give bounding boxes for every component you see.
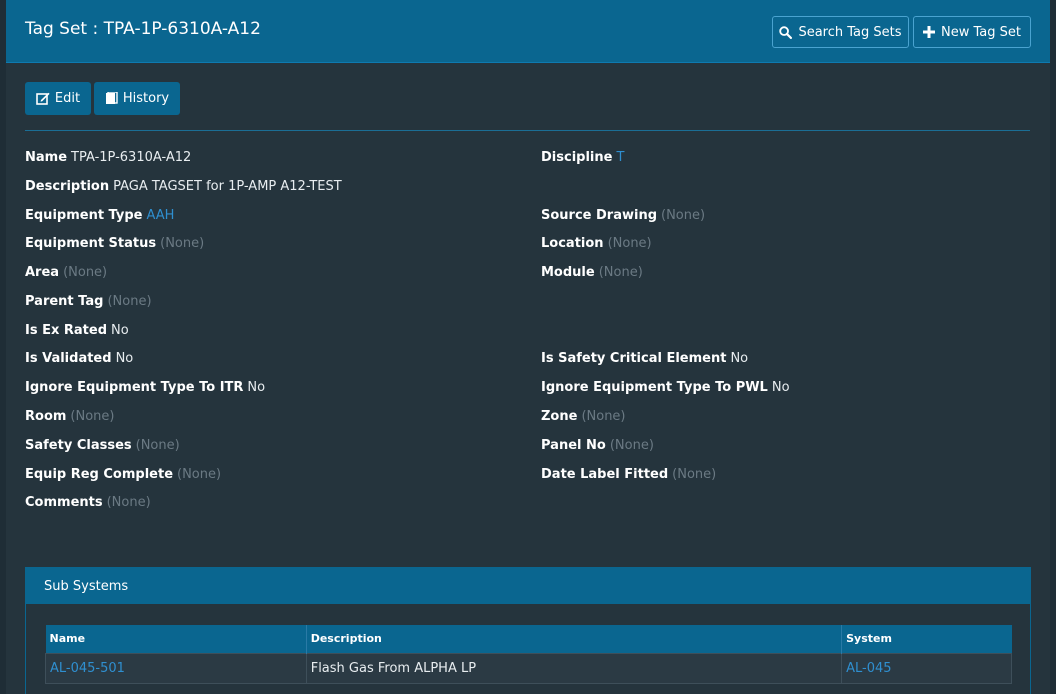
field-location: Location (None) [541,236,652,251]
table-header-row: Name Description System [45,625,1012,653]
field-parent-tag: Parent Tag (None) [25,294,152,309]
field-is-ex-rated: Is Ex Rated No [25,323,129,338]
field-ignore-equipment-type-itr: Ignore Equipment Type To ITR No [25,380,265,395]
field-module: Module (None) [541,265,643,280]
subsystem-description: Flash Gas From ALPHA LP [305,652,843,684]
field-label: Equip Reg Complete [25,467,174,482]
sub-systems-panel: Sub Systems Name Description System AL-0… [25,567,1031,694]
field-value: No [115,351,134,366]
subsystem-name-link[interactable]: AL-045-501 [45,652,307,684]
field-label: Location [541,236,604,251]
field-date-label-fitted: Date Label Fitted (None) [541,467,716,482]
search-tag-sets-button[interactable]: Search Tag Sets [772,16,909,48]
history-label: History [122,91,170,106]
field-value: No [247,380,266,395]
subsystem-system-link[interactable]: AL-045 [841,652,1012,684]
discipline-link[interactable]: T [616,150,624,165]
field-equip-reg-complete: Equip Reg Complete (None) [25,467,221,482]
column-header-system[interactable]: System [841,625,1012,653]
field-value: PAGA TAGSET for 1P-AMP A12-TEST [113,179,342,194]
field-value: (None) [135,438,180,453]
field-label: Equipment Type [25,208,143,223]
column-header-description[interactable]: Description [305,625,842,653]
field-value: (None) [70,409,115,424]
edit-label: Edit [54,91,81,106]
field-value: TPA-1P-6310A-A12 [71,150,192,165]
field-value: No [771,380,790,395]
field-value: (None) [598,265,643,280]
field-equipment-status: Equipment Status (None) [25,236,204,251]
new-tag-set-label: New Tag Set [941,24,1021,40]
field-value: No [111,323,129,338]
field-comments: Comments (None) [25,495,151,510]
field-is-safety-critical-element: Is Safety Critical Element No [541,351,748,366]
field-value: (None) [661,208,706,223]
field-zone: Zone (None) [541,409,626,424]
field-panel-no: Panel No (None) [541,438,654,453]
history-button[interactable]: History [94,82,180,115]
field-label: Is Safety Critical Element [541,351,727,366]
field-label: Name [25,150,68,165]
field-label: Description [25,179,110,194]
field-ignore-equipment-type-pwl: Ignore Equipment Type To PWL No [541,380,790,395]
page-title: Tag Set : TPA-1P-6310A-A12 [25,19,261,39]
search-tag-sets-label: Search Tag Sets [798,24,902,40]
field-is-validated: Is Validated No [25,351,133,366]
field-value: (None) [672,467,717,482]
edit-button[interactable]: Edit [25,82,91,115]
field-source-drawing: Source Drawing (None) [541,208,705,223]
field-area: Area (None) [25,265,107,280]
field-label: Is Validated [25,351,112,366]
search-icon [779,25,793,39]
field-label: Discipline [541,150,613,165]
field-value: (None) [106,495,151,510]
field-description: Description PAGA TAGSET for 1P-AMP A12-TE… [25,179,342,194]
field-label: Ignore Equipment Type To PWL [541,380,768,395]
field-value: (None) [63,265,108,280]
field-value: (None) [107,294,152,309]
plus-icon [923,26,935,38]
field-label: Panel No [541,438,606,453]
field-label: Zone [541,409,578,424]
field-label: Comments [25,495,103,510]
field-label: Safety Classes [25,438,132,453]
column-header-name[interactable]: Name [45,625,307,653]
field-label: Parent Tag [25,294,104,309]
sub-systems-table: Name Description System AL-045-501 Flash… [45,625,1012,684]
field-value: (None) [609,438,654,453]
field-room: Room (None) [25,409,114,424]
field-value: (None) [177,467,222,482]
field-value: No [730,351,749,366]
field-safety-classes: Safety Classes (None) [25,438,180,453]
divider [25,130,1030,131]
field-label: Is Ex Rated [25,323,108,338]
field-discipline: Discipline T [541,150,624,165]
field-label: Source Drawing [541,208,658,223]
equipment-type-link[interactable]: AAH [146,208,174,223]
field-equipment-type: Equipment Type AAH [25,208,174,223]
table-row: AL-045-501 Flash Gas From ALPHA LP AL-04… [45,652,1012,684]
new-tag-set-button[interactable]: New Tag Set [913,16,1031,48]
field-value: (None) [581,409,626,424]
field-label: Module [541,265,595,280]
field-label: Ignore Equipment Type To ITR [25,380,244,395]
field-label: Equipment Status [25,236,157,251]
edit-icon [36,92,50,105]
field-value: (None) [607,236,652,251]
field-value: (None) [160,236,205,251]
book-icon [105,92,118,104]
field-label: Area [25,265,60,280]
field-label: Date Label Fitted [541,467,669,482]
sub-systems-title: Sub Systems [26,568,1030,604]
page-header: Tag Set : TPA-1P-6310A-A12 Search Tag Se… [6,0,1050,63]
field-label: Room [25,409,67,424]
field-name: Name TPA-1P-6310A-A12 [25,150,191,165]
